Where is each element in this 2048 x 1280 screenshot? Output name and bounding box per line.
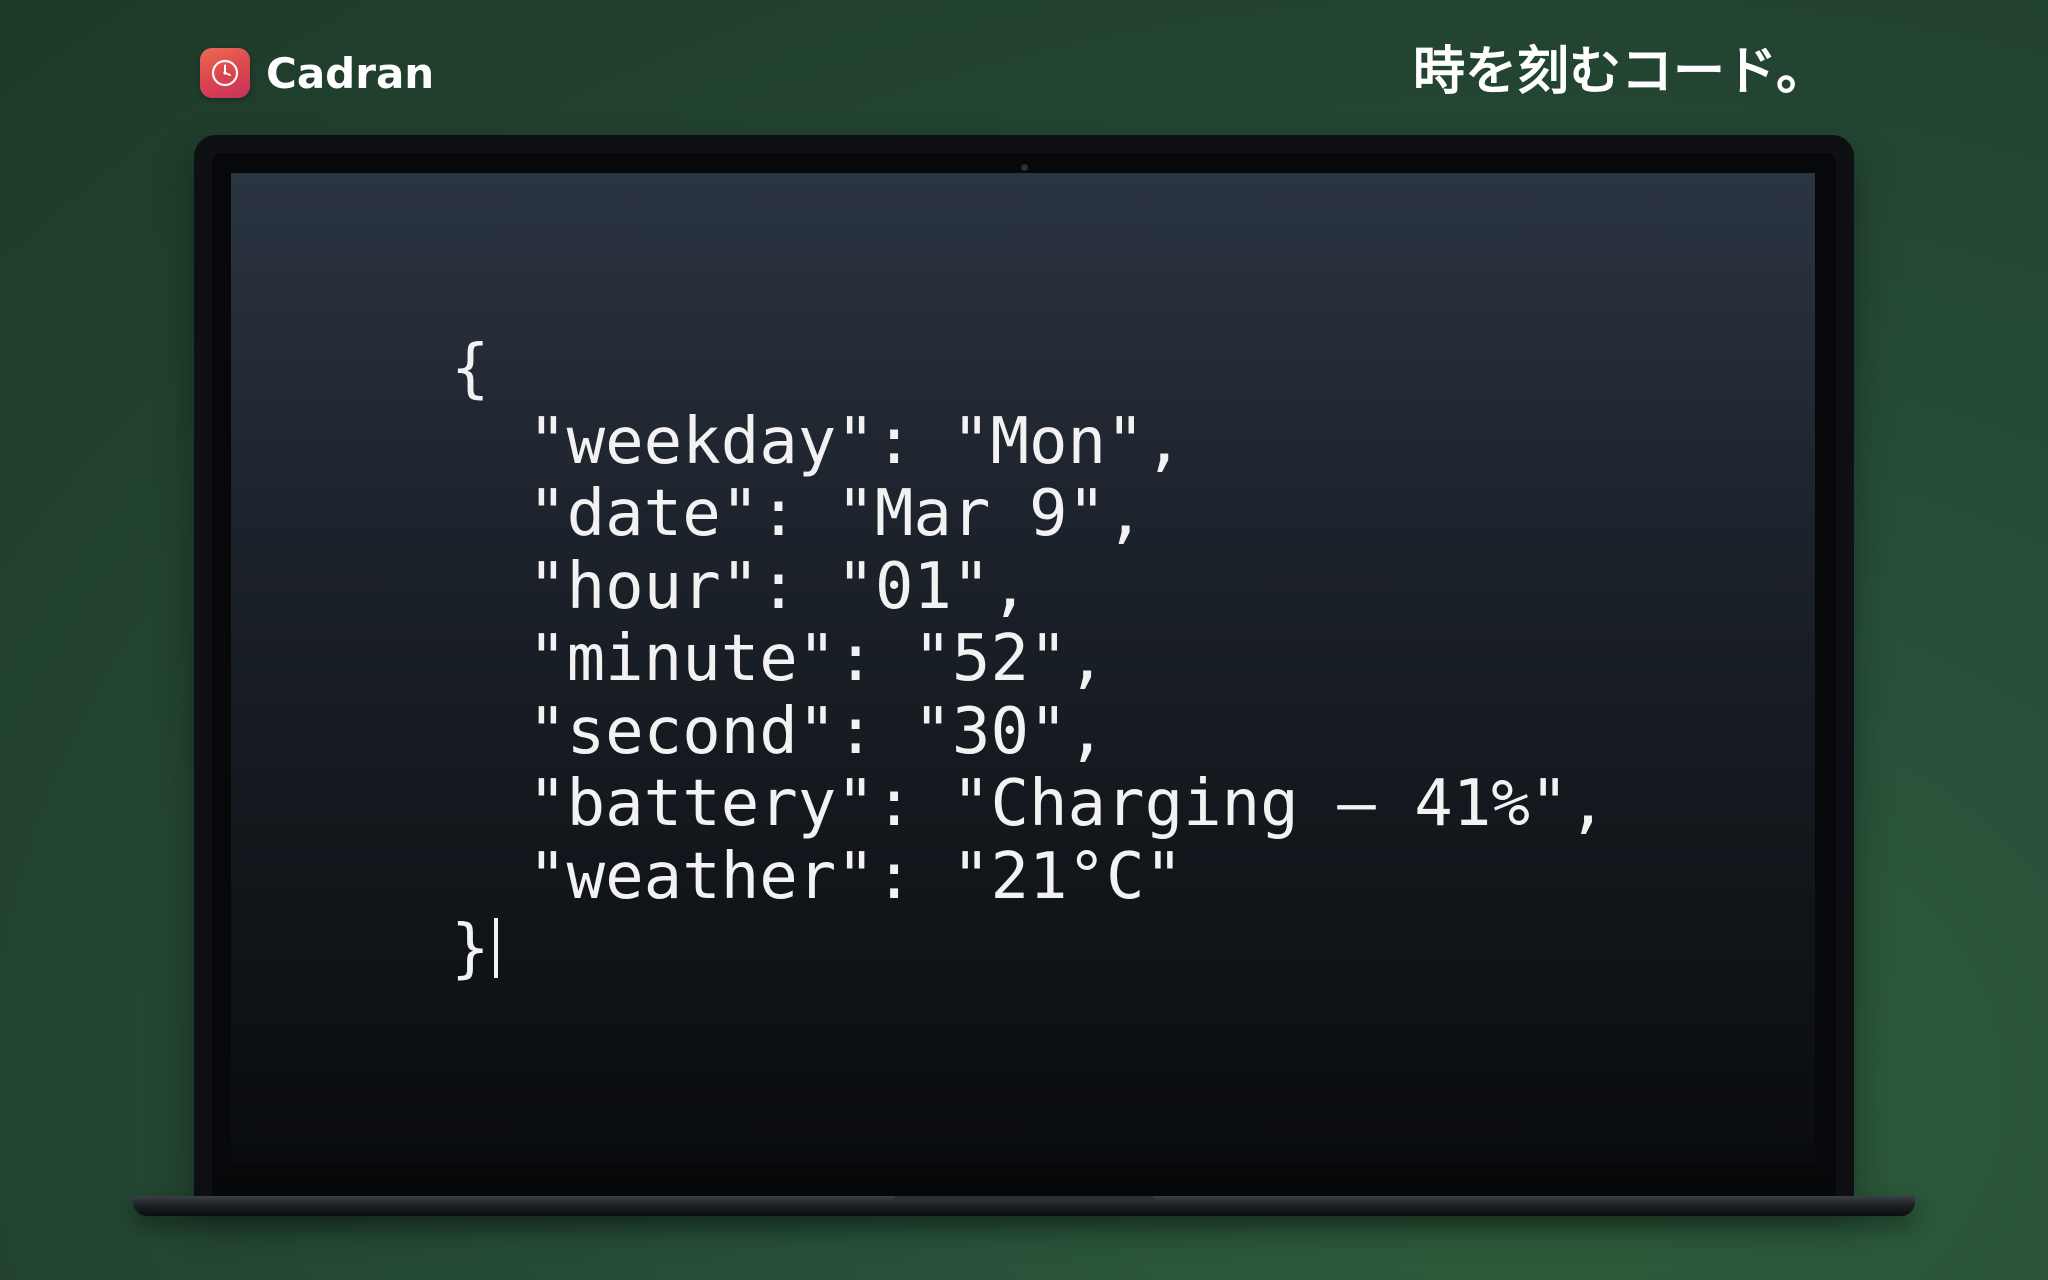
code-line-weekday: "weekday": "Mon", — [451, 404, 1184, 479]
brand: Cadran — [200, 48, 434, 98]
app-name: Cadran — [266, 48, 435, 98]
laptop-base — [133, 1196, 1915, 1216]
code-line-second: "second": "30", — [451, 694, 1107, 769]
code-line-hour: "hour": "01", — [451, 549, 1029, 624]
code-line-open-brace: { — [451, 332, 490, 406]
camera-icon — [1021, 164, 1028, 171]
laptop-lid: { "weekday": "Mon", "date": "Mar 9", "ho… — [194, 135, 1854, 1200]
text-cursor — [493, 918, 498, 978]
laptop-mockup: { "weekday": "Mon", "date": "Mar 9", "ho… — [194, 135, 1854, 1200]
code-line-date: "date": "Mar 9", — [451, 477, 1145, 551]
tagline: 時を刻むコード。 — [1413, 42, 1828, 102]
json-code-block: { "weekday": "Mon", "date": "Mar 9", "ho… — [451, 333, 1607, 986]
clock-icon — [200, 48, 250, 98]
laptop-screen: { "weekday": "Mon", "date": "Mar 9", "ho… — [231, 173, 1815, 1163]
base-notch — [894, 1196, 1154, 1203]
close-brace: } — [451, 912, 490, 986]
code-line-close-brace: } — [451, 913, 1607, 986]
code-line-weather: "weather": "21°C" — [451, 839, 1184, 914]
code-line-minute: "minute": "52", — [451, 622, 1107, 696]
code-line-battery: "battery": "Charging – 41%", — [451, 767, 1607, 841]
